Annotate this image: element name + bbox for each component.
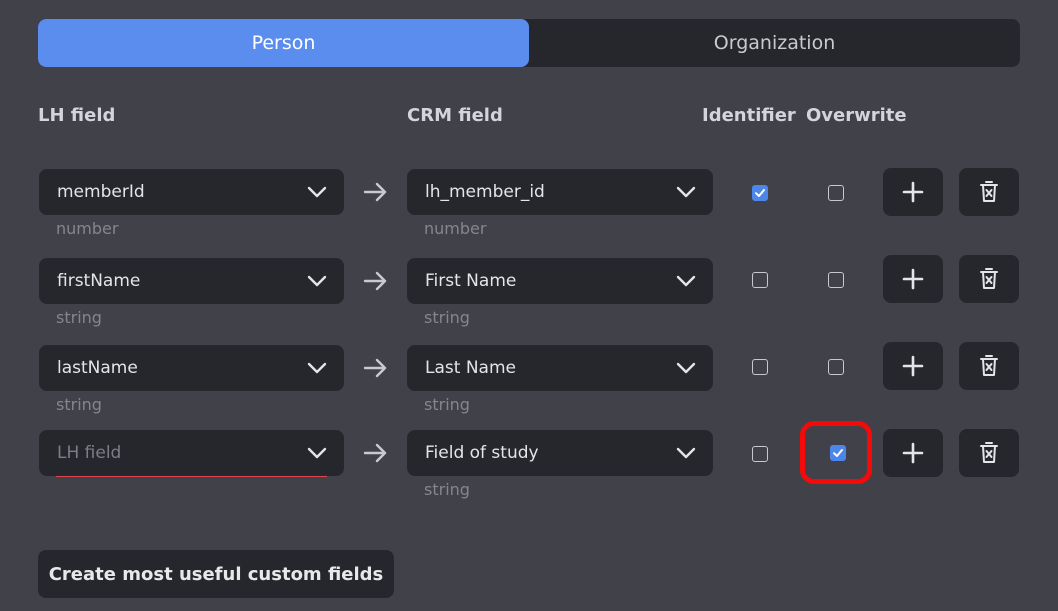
header-lh-field: LH field (38, 105, 116, 126)
arrow-right-icon (363, 182, 387, 202)
lh-field-select[interactable]: lastName (39, 345, 344, 391)
overwrite-checkbox[interactable] (828, 185, 844, 201)
chevron-down-icon (676, 186, 696, 198)
lh-field-select[interactable]: LH field (39, 430, 344, 476)
crm-field-type: string (424, 395, 470, 414)
chevron-down-icon (676, 362, 696, 374)
crm-field-select[interactable]: First Name (407, 258, 713, 304)
crm-field-type: number (424, 219, 487, 238)
mapping-row: lastName string Last Name string (0, 342, 1058, 425)
overwrite-checkbox[interactable] (828, 359, 844, 375)
identifier-checkbox[interactable] (752, 185, 768, 201)
lh-field-type: number (56, 219, 119, 238)
chevron-down-icon (307, 275, 327, 287)
trash-icon (980, 181, 998, 202)
plus-icon (902, 268, 924, 290)
crm-field-select[interactable]: Field of study (407, 430, 713, 476)
chevron-down-icon (676, 447, 696, 459)
arrow-right-icon (363, 358, 387, 378)
add-row-button[interactable] (883, 168, 943, 216)
tab-organization[interactable]: Organization (529, 19, 1020, 67)
header-identifier: Identifier (702, 105, 796, 126)
plus-icon (902, 442, 924, 464)
chevron-down-icon (307, 186, 327, 198)
overwrite-checkbox[interactable] (828, 272, 844, 288)
crm-field-select[interactable]: lh_member_id (407, 169, 713, 215)
lh-field-placeholder: LH field (57, 443, 122, 463)
add-row-button[interactable] (883, 342, 943, 390)
identifier-checkbox[interactable] (752, 359, 768, 375)
header-crm-field: CRM field (407, 105, 503, 126)
plus-icon (902, 355, 924, 377)
entity-tabs: Person Organization (38, 19, 1020, 67)
lh-field-select[interactable]: memberId (39, 169, 344, 215)
create-custom-fields-button[interactable]: Create most useful custom fields (38, 550, 394, 598)
arrow-right-icon (363, 443, 387, 463)
crm-field-type: string (424, 308, 470, 327)
add-row-button[interactable] (883, 429, 943, 477)
delete-row-button[interactable] (959, 342, 1019, 390)
lh-field-select[interactable]: firstName (39, 258, 344, 304)
crm-field-value: Field of study (425, 443, 539, 463)
crm-field-value: lh_member_id (425, 182, 545, 202)
trash-icon (980, 355, 998, 376)
plus-icon (902, 181, 924, 203)
header-overwrite: Overwrite (806, 105, 907, 126)
lh-field-value: memberId (57, 182, 145, 202)
trash-icon (980, 442, 998, 463)
tab-person[interactable]: Person (38, 19, 529, 67)
lh-field-value: firstName (57, 271, 141, 291)
crm-field-value: Last Name (425, 358, 516, 378)
chevron-down-icon (676, 275, 696, 287)
mapping-row: firstName string First Name string (0, 255, 1058, 338)
overwrite-highlight-annotation (800, 421, 872, 484)
chevron-down-icon (307, 447, 327, 459)
trash-icon (980, 268, 998, 289)
mapping-row: memberId number lh_member_id number (0, 168, 1058, 249)
crm-field-select[interactable]: Last Name (407, 345, 713, 391)
lh-field-value: lastName (57, 358, 138, 378)
crm-field-type: string (424, 480, 470, 499)
lh-field-error-underline (56, 476, 327, 477)
identifier-checkbox[interactable] (752, 446, 768, 462)
lh-field-type: string (56, 395, 102, 414)
identifier-checkbox[interactable] (752, 272, 768, 288)
chevron-down-icon (307, 362, 327, 374)
lh-field-type: string (56, 308, 102, 327)
delete-row-button[interactable] (959, 168, 1019, 216)
crm-field-value: First Name (425, 271, 517, 291)
delete-row-button[interactable] (959, 429, 1019, 477)
arrow-right-icon (363, 271, 387, 291)
check-icon (755, 189, 765, 197)
add-row-button[interactable] (883, 255, 943, 303)
delete-row-button[interactable] (959, 255, 1019, 303)
mapping-row: LH field Field of study string (0, 429, 1058, 510)
